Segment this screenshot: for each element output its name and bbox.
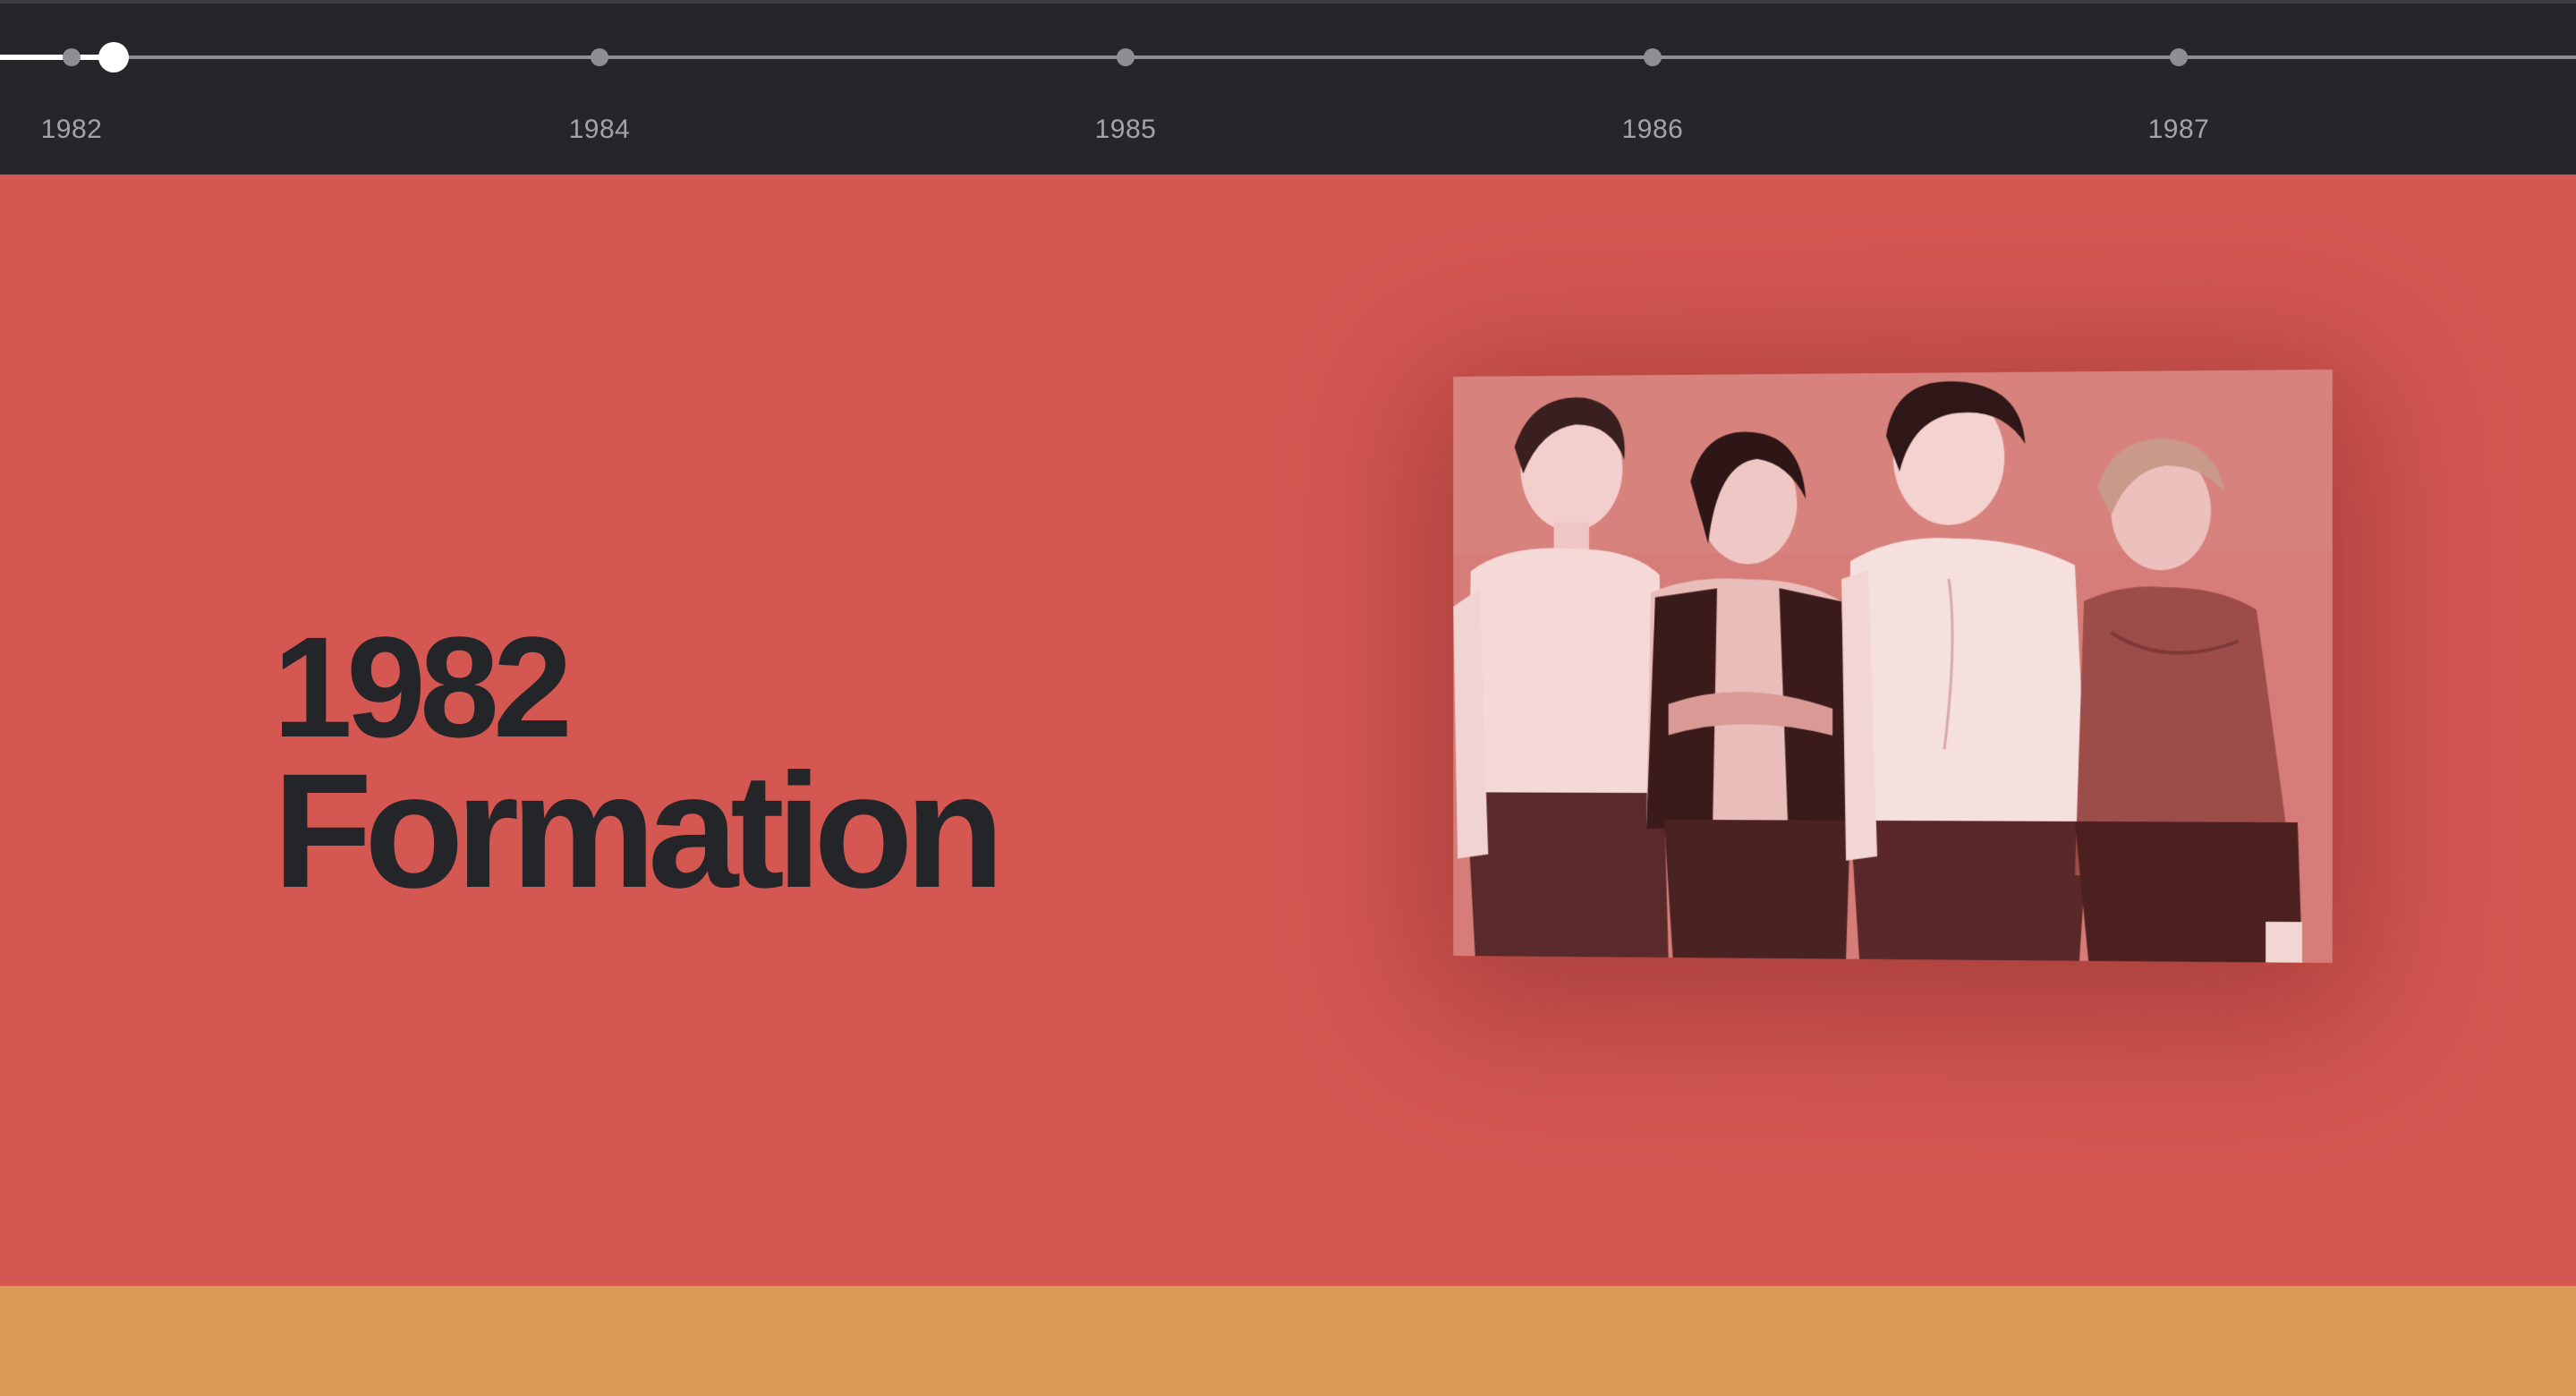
band-photo bbox=[1453, 370, 2333, 963]
era-heading: 1982 Formation bbox=[273, 620, 997, 907]
era-title: Formation bbox=[273, 754, 997, 907]
timeline-label-1984[interactable]: 1984 bbox=[528, 115, 671, 145]
era-year: 1982 bbox=[273, 620, 997, 754]
timeline-label-1985[interactable]: 1985 bbox=[1054, 115, 1197, 145]
next-era-section bbox=[0, 1286, 2576, 1396]
timeline-tick-1985[interactable] bbox=[1117, 48, 1135, 66]
timeline-label-1987[interactable]: 1987 bbox=[2107, 115, 2250, 145]
era-section: 1982 Formation bbox=[0, 174, 2576, 1286]
timeline-tick-1986[interactable] bbox=[1644, 48, 1662, 66]
timeline-label-1982[interactable]: 1982 bbox=[0, 115, 143, 145]
timeline-tick-1987[interactable] bbox=[2170, 48, 2188, 66]
timeline-handle[interactable] bbox=[98, 42, 129, 72]
timeline-tick-1984[interactable] bbox=[591, 48, 608, 66]
timeline-bar: 1982 1984 1985 1986 1987 bbox=[0, 0, 2576, 174]
band-photo-frame bbox=[1453, 370, 2333, 963]
timeline-progress bbox=[0, 55, 114, 60]
timeline-tick-1982[interactable] bbox=[63, 48, 81, 66]
band-photo-illustration bbox=[1453, 370, 2333, 963]
timeline-track[interactable] bbox=[0, 55, 2576, 59]
timeline-label-1986[interactable]: 1986 bbox=[1581, 115, 1724, 145]
